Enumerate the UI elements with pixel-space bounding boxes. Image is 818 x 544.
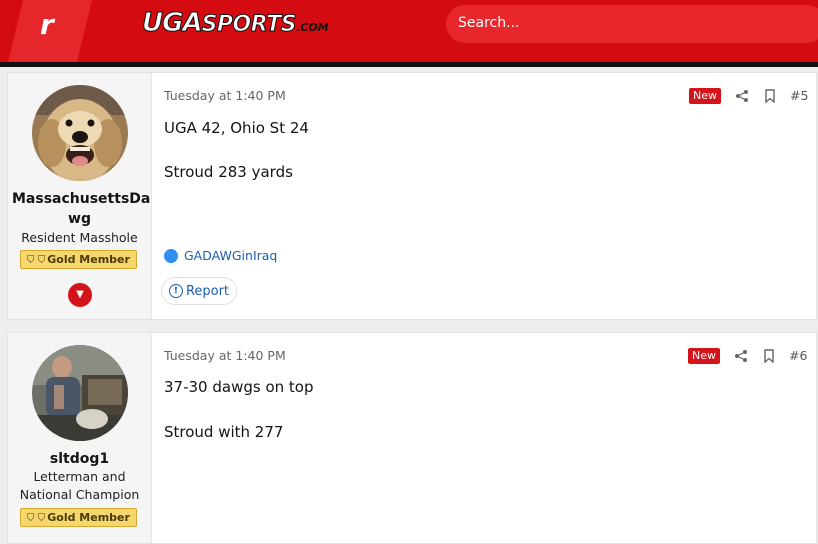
badge-label: Gold Member bbox=[47, 253, 130, 266]
user-title: Resident Masshole bbox=[21, 230, 138, 245]
gold-member-badge: ⛉ ⛉ Gold Member bbox=[20, 508, 137, 527]
new-badge: New bbox=[689, 88, 721, 104]
shield-icon: ⛉ ⛉ bbox=[27, 513, 46, 524]
username-line2[interactable]: wg bbox=[68, 211, 91, 227]
person-avatar-image bbox=[32, 345, 128, 441]
post-date[interactable]: Tuesday at 1:40 PM bbox=[164, 88, 286, 103]
shield-icon: ⛉ ⛉ bbox=[27, 255, 46, 266]
logo-com-text: .COM bbox=[296, 21, 329, 34]
post-line: 37-30 dawgs on top bbox=[164, 378, 314, 396]
avatar[interactable] bbox=[32, 345, 128, 441]
new-badge: New bbox=[688, 348, 720, 364]
reaction-user-link[interactable]: GADAWGinIraq bbox=[184, 248, 277, 263]
post: MassachusettsDa wg Resident Masshole ⛉ ⛉… bbox=[7, 72, 817, 320]
post-date[interactable]: Tuesday at 1:40 PM bbox=[164, 348, 286, 363]
rivals-logo-letter[interactable]: r bbox=[40, 8, 54, 41]
report-label: Report bbox=[185, 283, 230, 299]
post-line: Stroud 283 yards bbox=[164, 163, 293, 181]
username[interactable]: sltdog1 bbox=[12, 449, 147, 469]
share-icon[interactable] bbox=[734, 349, 748, 363]
post-number[interactable]: #6 bbox=[789, 348, 807, 363]
info-icon: ! bbox=[168, 284, 183, 298]
post: sltdog1 Letterman and National Champion … bbox=[7, 332, 817, 544]
post-line: UGA 42, Ohio St 24 bbox=[164, 119, 309, 137]
like-icon bbox=[164, 248, 178, 263]
reaction-bar[interactable]: GADAWGinIraq bbox=[164, 248, 277, 263]
user-title: Letterman and bbox=[33, 469, 126, 484]
site-header: r UGA SPORTS .COM bbox=[0, 0, 818, 62]
user-title: National Champion bbox=[19, 487, 140, 502]
search-input[interactable] bbox=[458, 15, 798, 31]
report-button[interactable]: ! Report bbox=[161, 277, 237, 305]
bookmark-icon[interactable] bbox=[762, 349, 776, 363]
badge-label: Gold Member bbox=[47, 511, 130, 524]
dog-avatar-image bbox=[32, 85, 128, 181]
gold-member-badge: ⛉ ⛉ Gold Member bbox=[20, 250, 137, 269]
username-line1[interactable]: MassachusettsDa bbox=[12, 191, 150, 207]
post-number[interactable]: #5 bbox=[790, 88, 808, 103]
search-box[interactable] bbox=[446, 5, 818, 43]
username[interactable]: MassachusettsDa wg bbox=[12, 189, 150, 229]
logo-sports-text: SPORTS bbox=[201, 12, 297, 38]
logo-uga-text: UGA bbox=[142, 8, 204, 39]
header-divider bbox=[0, 62, 818, 67]
post-line: Stroud with 277 bbox=[164, 423, 284, 441]
avatar[interactable] bbox=[32, 85, 128, 181]
chevron-down-icon[interactable]: ▼ bbox=[68, 283, 92, 307]
post-user-column: sltdog1 Letterman and National Champion … bbox=[8, 333, 152, 543]
post-user-column: MassachusettsDa wg Resident Masshole ⛉ ⛉… bbox=[8, 73, 152, 319]
share-icon[interactable] bbox=[735, 89, 749, 103]
site-logo[interactable]: UGA SPORTS .COM bbox=[142, 8, 329, 39]
bookmark-icon[interactable] bbox=[763, 89, 777, 103]
